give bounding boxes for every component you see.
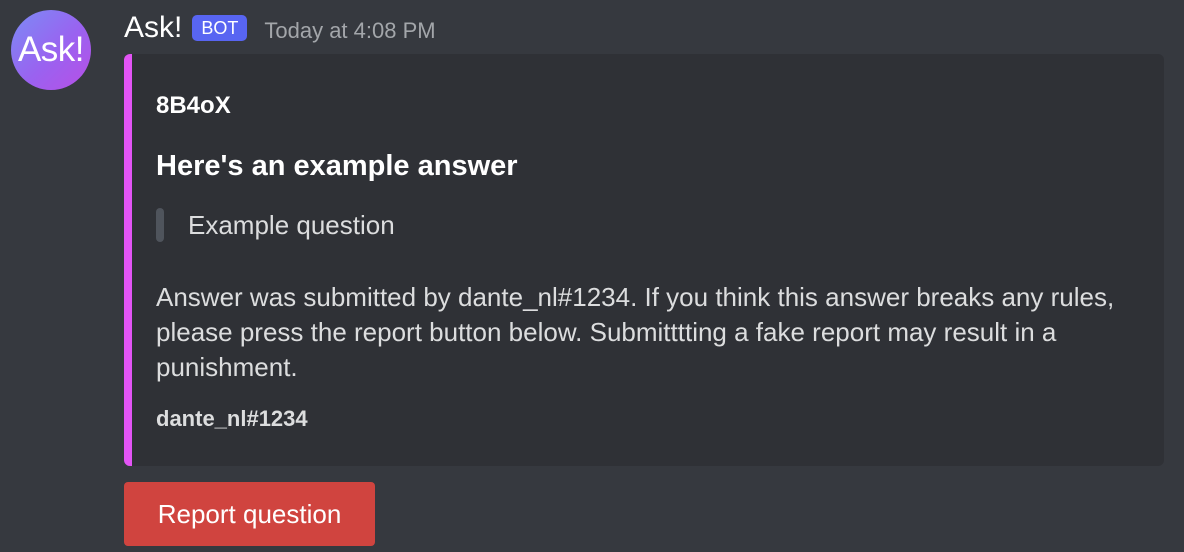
blockquote-text: Example question bbox=[188, 210, 395, 240]
message-embed: 8B4oX Here's an example answer Example q… bbox=[124, 54, 1164, 466]
blockquote-bar bbox=[156, 208, 164, 242]
avatar-text: Ask! bbox=[17, 30, 85, 69]
bot-avatar[interactable]: Ask! bbox=[11, 10, 91, 90]
embed-description: Answer was submitted by dante_nl#1234. I… bbox=[156, 282, 1115, 382]
embed-author: 8B4oX bbox=[156, 92, 231, 119]
message-header: Ask! BOT Today at 4:08 PM bbox=[124, 8, 436, 48]
username[interactable]: Ask! bbox=[124, 8, 182, 48]
chat-message: Ask! Ask! BOT Today at 4:08 PM 8B4oX Her… bbox=[0, 0, 1184, 552]
report-question-button[interactable]: Report question bbox=[124, 482, 375, 546]
message-timestamp[interactable]: Today at 4:08 PM bbox=[264, 18, 435, 44]
embed-title: Here's an example answer bbox=[156, 150, 518, 182]
bot-badge: BOT bbox=[192, 15, 248, 41]
embed-footer: dante_nl#1234 bbox=[156, 406, 308, 431]
